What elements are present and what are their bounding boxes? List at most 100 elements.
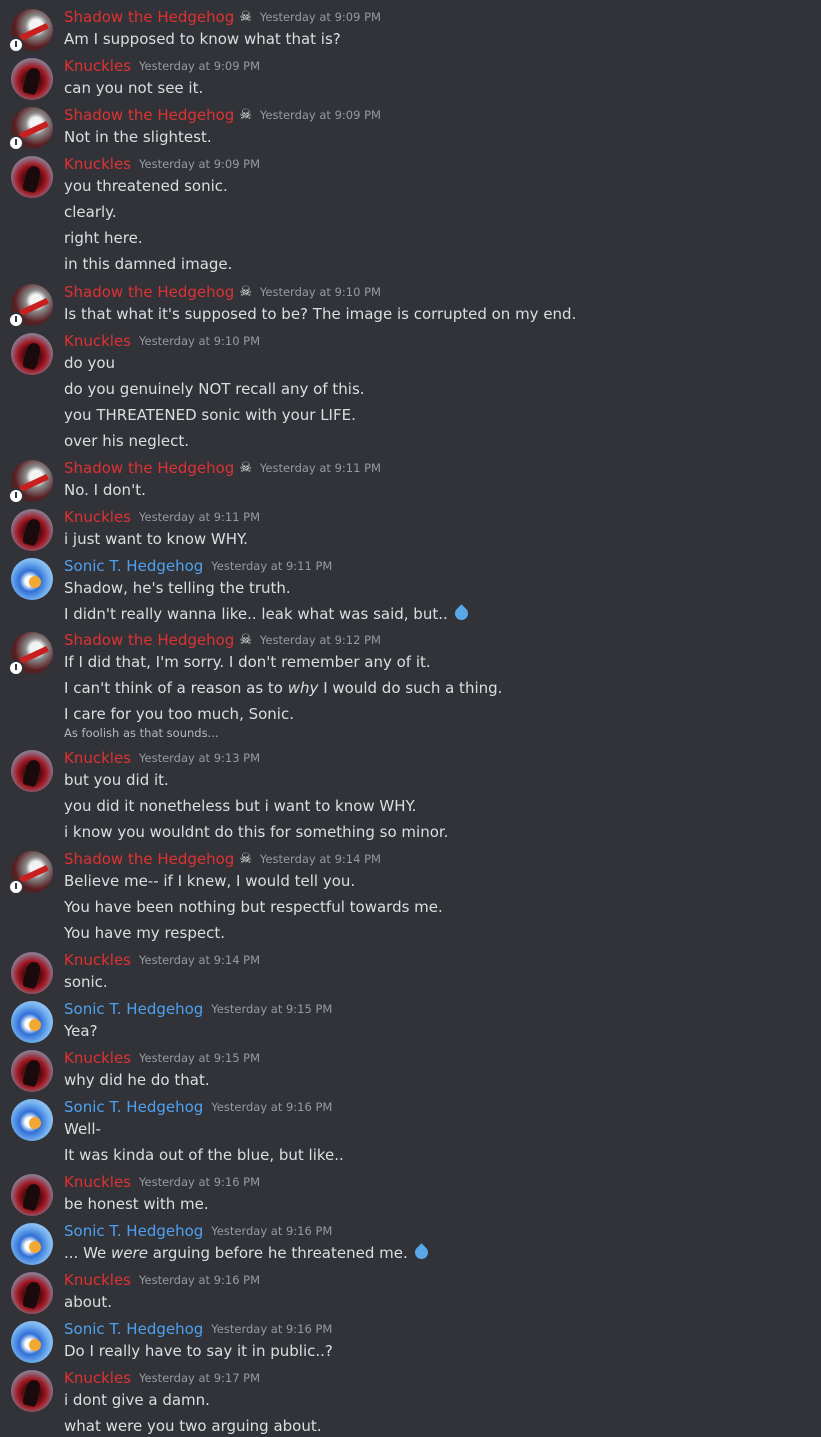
username[interactable]: Knuckles <box>64 1269 131 1291</box>
role-skull-icon[interactable]: ☠ <box>239 848 252 870</box>
avatar[interactable] <box>11 1370 53 1412</box>
timestamp[interactable]: Yesterday at 9:14 PM <box>139 949 260 971</box>
username[interactable]: Knuckles <box>64 1171 131 1193</box>
timestamp[interactable]: Yesterday at 9:16 PM <box>139 1171 260 1193</box>
droplet-emoji-icon[interactable] <box>412 1243 431 1262</box>
avatar[interactable] <box>11 1099 53 1141</box>
username[interactable]: Shadow the Hedgehog <box>64 104 234 126</box>
avatar[interactable] <box>8 9 53 53</box>
timestamp[interactable]: Yesterday at 9:16 PM <box>211 1096 332 1118</box>
message-text: If I did that, I'm sorry. I don't rememb… <box>64 653 431 671</box>
message-text: i know you wouldnt do this for something… <box>64 823 449 841</box>
timestamp[interactable]: Yesterday at 9:12 PM <box>260 629 381 651</box>
username[interactable]: Sonic T. Hedgehog <box>64 998 203 1020</box>
status-icon <box>8 879 24 895</box>
message-text: I care for you too much, Sonic. <box>64 705 294 723</box>
timestamp[interactable]: Yesterday at 9:11 PM <box>139 506 260 528</box>
timestamp[interactable]: Yesterday at 9:09 PM <box>260 6 381 28</box>
message-text: can you not see it. <box>64 79 204 97</box>
message-text: you THREATENED sonic with your LIFE. <box>64 406 356 424</box>
status-icon <box>8 660 24 676</box>
username[interactable]: Knuckles <box>64 1047 131 1069</box>
message-text: why did he do that. <box>64 1071 210 1089</box>
username[interactable]: Shadow the Hedgehog <box>64 848 234 870</box>
message-text: in this damned image. <box>64 255 233 273</box>
timestamp[interactable]: Yesterday at 9:11 PM <box>260 457 381 479</box>
droplet-emoji-icon[interactable] <box>452 604 471 623</box>
username[interactable]: Shadow the Hedgehog <box>64 281 234 303</box>
avatar[interactable] <box>11 333 53 375</box>
role-skull-icon[interactable]: ☠ <box>239 104 252 126</box>
avatar[interactable] <box>8 107 53 151</box>
avatar[interactable] <box>11 952 53 994</box>
timestamp[interactable]: Yesterday at 9:09 PM <box>260 104 381 126</box>
username[interactable]: Knuckles <box>64 55 131 77</box>
timestamp[interactable]: Yesterday at 9:10 PM <box>139 330 260 352</box>
timestamp[interactable]: Yesterday at 9:17 PM <box>139 1367 260 1389</box>
message-text: Yea? <box>64 1022 98 1040</box>
avatar[interactable] <box>8 632 53 676</box>
username[interactable]: Shadow the Hedgehog <box>64 457 234 479</box>
italic-text: were <box>111 1244 148 1262</box>
message-text: i just want to know WHY. <box>64 530 248 548</box>
timestamp[interactable]: Yesterday at 9:09 PM <box>139 153 260 175</box>
timestamp[interactable]: Yesterday at 9:13 PM <box>139 747 260 769</box>
avatar[interactable] <box>11 156 53 198</box>
username[interactable]: Knuckles <box>64 153 131 175</box>
username[interactable]: Sonic T. Hedgehog <box>64 1096 203 1118</box>
username[interactable]: Knuckles <box>64 1367 131 1389</box>
avatar[interactable] <box>11 750 53 792</box>
avatar[interactable] <box>11 58 53 100</box>
message-text-span: I would do such a thing. <box>318 679 503 697</box>
message-text: Not in the slightest. <box>64 128 212 146</box>
timestamp[interactable]: Yesterday at 9:16 PM <box>139 1269 260 1291</box>
role-skull-icon[interactable]: ☠ <box>239 281 252 303</box>
username[interactable]: Knuckles <box>64 747 131 769</box>
avatar[interactable] <box>11 1001 53 1043</box>
role-skull-icon[interactable]: ☠ <box>239 629 252 651</box>
username[interactable]: Shadow the Hedgehog <box>64 629 234 651</box>
avatar[interactable] <box>8 460 53 504</box>
username[interactable]: Sonic T. Hedgehog <box>64 1220 203 1242</box>
username[interactable]: Knuckles <box>64 506 131 528</box>
avatar[interactable] <box>11 1321 53 1363</box>
avatar[interactable] <box>11 1223 53 1265</box>
timestamp[interactable]: Yesterday at 9:10 PM <box>260 281 381 303</box>
username[interactable]: Sonic T. Hedgehog <box>64 555 203 577</box>
message-text: Do I really have to say it in public..? <box>64 1342 333 1360</box>
message-text: I can't think of a reason as to why I wo… <box>64 678 502 698</box>
avatar[interactable] <box>11 1174 53 1216</box>
message-text: Believe me-- if I knew, I would tell you… <box>64 872 356 890</box>
timestamp[interactable]: Yesterday at 9:11 PM <box>211 555 332 577</box>
timestamp[interactable]: Yesterday at 9:16 PM <box>211 1318 332 1340</box>
avatar[interactable] <box>11 558 53 600</box>
timestamp[interactable]: Yesterday at 9:15 PM <box>211 998 332 1020</box>
timestamp[interactable]: Yesterday at 9:15 PM <box>139 1047 260 1069</box>
username[interactable]: Knuckles <box>64 949 131 971</box>
message-text: do you <box>64 354 116 372</box>
timestamp[interactable]: Yesterday at 9:09 PM <box>139 55 260 77</box>
message-text: about. <box>64 1293 113 1311</box>
avatar[interactable] <box>8 284 53 328</box>
username[interactable]: Shadow the Hedgehog <box>64 6 234 28</box>
timestamp[interactable]: Yesterday at 9:16 PM <box>211 1220 332 1242</box>
message-text: do you genuinely NOT recall any of this. <box>64 380 365 398</box>
username[interactable]: Knuckles <box>64 330 131 352</box>
role-skull-icon[interactable]: ☠ <box>239 457 252 479</box>
subtext: As foolish as that sounds... <box>64 726 219 740</box>
message-text: sonic. <box>64 973 108 991</box>
message-text: i dont give a damn. <box>64 1391 210 1409</box>
timestamp[interactable]: Yesterday at 9:14 PM <box>260 848 381 870</box>
avatar[interactable] <box>11 509 53 551</box>
role-skull-icon[interactable]: ☠ <box>239 6 252 28</box>
message-text: ... We were arguing before he threatened… <box>64 1243 431 1263</box>
message-text: Well- <box>64 1120 101 1138</box>
message-text: Shadow, he's telling the truth. <box>64 579 291 597</box>
username[interactable]: Sonic T. Hedgehog <box>64 1318 203 1340</box>
avatar[interactable] <box>8 851 53 895</box>
message-text: No. I don't. <box>64 481 146 499</box>
avatar[interactable] <box>11 1272 53 1314</box>
message-text: you threatened sonic. <box>64 177 228 195</box>
avatar[interactable] <box>11 1050 53 1092</box>
message-text: over his neglect. <box>64 432 190 450</box>
